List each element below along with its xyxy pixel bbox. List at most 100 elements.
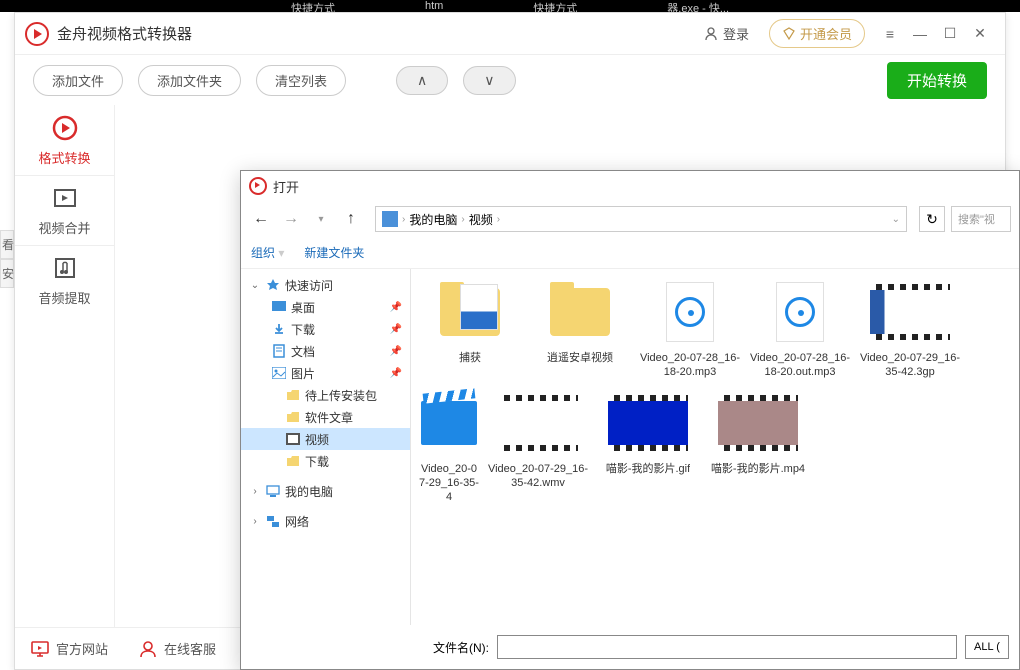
file-item[interactable]: Video_20-07-29_16-35-42.wmv: [487, 388, 589, 504]
file-item[interactable]: Video_20-07-28_16-18-20.mp3: [639, 277, 741, 380]
tree-documents[interactable]: 文档 📌: [241, 340, 410, 362]
menu-button[interactable]: ≡: [875, 19, 905, 49]
nav-back-button[interactable]: ←: [249, 207, 273, 231]
sidebar-label: 视频合并: [38, 218, 90, 237]
app-logo-icon: [25, 22, 49, 46]
folder-icon: [285, 409, 301, 425]
tree-pictures[interactable]: 图片 📌: [241, 362, 410, 384]
maximize-button[interactable]: ☐: [935, 19, 965, 49]
dialog-title: 打开: [273, 177, 299, 196]
minimize-button[interactable]: —: [905, 19, 935, 49]
tree-network[interactable]: › 网络: [241, 510, 410, 532]
left-sidebar: 格式转换 视频合并 音频提取: [15, 105, 115, 627]
nav-up-button[interactable]: ↑: [339, 207, 363, 231]
merge-icon: [51, 184, 79, 212]
chevron-right-icon: ›: [497, 214, 500, 225]
diamond-icon: [782, 27, 796, 41]
dialog-title-bar: 打开: [241, 171, 1019, 201]
filename-label: 文件名(N):: [419, 639, 489, 656]
pc-icon: [265, 483, 281, 499]
refresh-button[interactable]: ↻: [919, 206, 945, 232]
video-thumb-icon: [718, 395, 798, 451]
breadcrumb-item[interactable]: 视频: [469, 211, 493, 228]
move-down-button[interactable]: ∨: [463, 66, 515, 95]
pin-icon: 📌: [390, 346, 402, 357]
file-item[interactable]: 捕获: [419, 277, 521, 380]
dialog-body: ⌄ 快速访问 桌面 📌 下载 📌 文档 📌: [241, 269, 1019, 625]
headset-icon: [138, 639, 158, 659]
tree-expand-icon[interactable]: ›: [249, 486, 261, 497]
video-thumb-icon: [870, 284, 950, 340]
video-thumb-icon: [498, 395, 578, 451]
clapperboard-icon: [421, 401, 477, 445]
pin-icon: 📌: [390, 324, 402, 335]
folder-icon: [285, 453, 301, 469]
vip-button[interactable]: 开通会员: [769, 19, 865, 48]
background-taskbar: 快捷方式 htm 快捷方式 器.exe - 快...: [0, 0, 1020, 12]
website-link[interactable]: 官方网站: [30, 639, 108, 659]
tree-articles[interactable]: 软件文章: [241, 406, 410, 428]
partial-left-window: 看 安: [0, 230, 14, 288]
picture-icon: [271, 365, 287, 381]
chevron-right-icon: ›: [402, 214, 405, 225]
file-item[interactable]: 喵影-我的影片.mp4: [707, 388, 809, 504]
file-item[interactable]: 逍遥安卓视频: [529, 277, 631, 380]
tree-desktop[interactable]: 桌面 📌: [241, 296, 410, 318]
sidebar-item-convert[interactable]: 格式转换: [15, 105, 114, 175]
audio-file-icon: [666, 282, 714, 342]
file-item[interactable]: Video_20-07-29_16-35-42.3gp: [859, 277, 961, 380]
chevron-right-icon: ›: [461, 214, 464, 225]
filename-input[interactable]: [497, 635, 957, 659]
network-icon: [265, 513, 281, 529]
close-button[interactable]: ✕: [965, 19, 995, 49]
new-folder-button[interactable]: 新建文件夹: [304, 244, 364, 261]
convert-icon: [51, 114, 79, 142]
tree-video[interactable]: 视频: [241, 428, 410, 450]
organize-button[interactable]: 组织 ▾: [251, 244, 284, 261]
sidebar-item-audio[interactable]: 音频提取: [15, 245, 114, 315]
add-folder-button[interactable]: 添加文件夹: [138, 65, 241, 96]
app-title: 金舟视频格式转换器: [57, 23, 192, 44]
tree-downloads2[interactable]: 下载: [241, 450, 410, 472]
search-input[interactable]: 搜索"视: [951, 206, 1011, 232]
tree-downloads[interactable]: 下载 📌: [241, 318, 410, 340]
file-list: 捕获 逍遥安卓视频 Video_20-07-28_16-18-20.mp3 Vi…: [411, 269, 1019, 625]
clear-list-button[interactable]: 清空列表: [256, 65, 346, 96]
start-convert-button[interactable]: 开始转换: [887, 62, 987, 99]
folder-icon: [550, 288, 610, 336]
sidebar-item-merge[interactable]: 视频合并: [15, 175, 114, 245]
tree-pc[interactable]: › 我的电脑: [241, 480, 410, 502]
dialog-toolbar: 组织 ▾ 新建文件夹: [241, 237, 1019, 269]
document-icon: [271, 343, 287, 359]
folder-icon: [285, 387, 301, 403]
add-file-button[interactable]: 添加文件: [33, 65, 123, 96]
window-controls: ≡ — ☐ ✕: [875, 19, 995, 49]
pin-icon: 📌: [390, 368, 402, 379]
tree-expand-icon[interactable]: ⌄: [249, 280, 261, 291]
toolbar: 添加文件 添加文件夹 清空列表 ∧ ∨ 开始转换: [15, 55, 1005, 105]
file-item[interactable]: Video_20-07-29_16-35-4: [419, 388, 479, 504]
video-icon: [285, 431, 301, 447]
folder-icon: [440, 288, 500, 336]
login-button[interactable]: 登录: [693, 20, 759, 47]
breadcrumb[interactable]: › 我的电脑 › 视频 › ⌄: [375, 206, 907, 232]
pin-icon: 📌: [390, 302, 402, 313]
tree-expand-icon[interactable]: ›: [249, 516, 261, 527]
service-link[interactable]: 在线客服: [138, 639, 216, 659]
tree-quick-access[interactable]: ⌄ 快速访问: [241, 274, 410, 296]
download-icon: [271, 321, 287, 337]
tree-pkg[interactable]: 待上传安装包: [241, 384, 410, 406]
nav-forward-button[interactable]: →: [279, 207, 303, 231]
user-icon: [703, 26, 719, 42]
move-up-button[interactable]: ∧: [396, 66, 448, 95]
file-type-dropdown[interactable]: ALL (: [965, 635, 1009, 659]
audio-icon: [51, 254, 79, 282]
monitor-icon: [30, 639, 50, 659]
chevron-down-icon[interactable]: ⌄: [892, 214, 900, 225]
breadcrumb-item[interactable]: 我的电脑: [409, 211, 457, 228]
file-item[interactable]: 喵影-我的影片.gif: [597, 388, 699, 504]
file-item[interactable]: Video_20-07-28_16-18-20.out.mp3: [749, 277, 851, 380]
file-open-dialog: 打开 ← → ▾ ↑ › 我的电脑 › 视频 › ⌄ ↻ 搜索"视 组织 ▾ 新…: [240, 170, 1020, 670]
nav-recent-button[interactable]: ▾: [309, 207, 333, 231]
desktop-icon: [271, 299, 287, 315]
